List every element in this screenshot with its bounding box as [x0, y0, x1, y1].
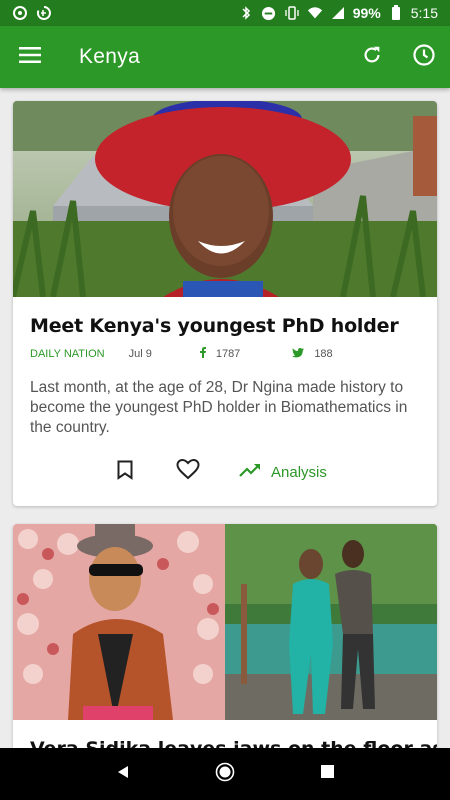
- article-date: Jul 9: [128, 348, 152, 360]
- status-time: 5:15: [410, 5, 438, 21]
- wifi-icon: [307, 5, 323, 21]
- status-bar: 99% 5:15: [0, 0, 450, 26]
- menu-icon: [19, 46, 41, 69]
- article-actions: Analysis: [13, 457, 437, 487]
- twitter-shares: 188: [292, 347, 333, 361]
- history-icon: [412, 43, 436, 72]
- data-saver-icon: [36, 5, 52, 21]
- facebook-shares: 1787: [199, 347, 241, 361]
- do-not-disturb-icon: [261, 5, 277, 21]
- sync-icon: [12, 5, 28, 21]
- heart-icon: [176, 458, 200, 485]
- bluetooth-icon: [238, 5, 254, 21]
- analysis-button[interactable]: Analysis: [239, 457, 327, 487]
- like-button[interactable]: [176, 457, 200, 487]
- home-icon: [215, 762, 235, 787]
- recents-icon: [320, 765, 334, 783]
- back-button[interactable]: [103, 754, 143, 794]
- trending-up-icon: [239, 463, 261, 481]
- app-title: Kenya: [79, 45, 141, 68]
- article-card[interactable]: Vera Sidika leaves jaws on the floor as …: [13, 524, 437, 748]
- analysis-label: Analysis: [271, 463, 327, 481]
- twitter-icon: [292, 347, 305, 361]
- back-icon: [116, 765, 130, 784]
- news-feed[interactable]: Meet Kenya's youngest PhD holder DAILY N…: [0, 88, 450, 748]
- vibrate-icon: [284, 5, 300, 21]
- recents-button[interactable]: [307, 754, 347, 794]
- article-title[interactable]: Vera Sidika leaves jaws on the floor as …: [30, 738, 437, 748]
- navigation-bar: [0, 748, 450, 800]
- facebook-icon: [199, 347, 206, 361]
- facebook-count: 1787: [215, 348, 241, 360]
- bookmark-icon: [117, 460, 133, 485]
- article-title[interactable]: Meet Kenya's youngest PhD holder: [30, 315, 399, 337]
- status-right-icons: 99% 5:15: [238, 5, 438, 21]
- article-image[interactable]: [13, 524, 437, 720]
- history-button[interactable]: [398, 26, 450, 88]
- status-left-icons: [12, 5, 52, 21]
- article-source[interactable]: DAILY NATION: [30, 348, 105, 360]
- signal-icon: [330, 5, 346, 21]
- article-excerpt[interactable]: Last month, at the age of 28, Dr Ngina m…: [30, 378, 422, 438]
- home-button[interactable]: [205, 754, 245, 794]
- app-actions: [346, 26, 450, 88]
- menu-button[interactable]: [0, 26, 60, 88]
- battery-icon: [388, 5, 404, 21]
- bookmark-button[interactable]: [117, 457, 133, 487]
- twitter-count: 188: [314, 348, 333, 360]
- article-image[interactable]: [13, 101, 437, 297]
- battery-percent: 99%: [352, 5, 381, 21]
- app-bar: Kenya: [0, 26, 450, 88]
- refresh-icon: [361, 44, 383, 71]
- article-card[interactable]: Meet Kenya's youngest PhD holder DAILY N…: [13, 101, 437, 506]
- article-meta: DAILY NATION Jul 9 1787 188: [30, 347, 333, 361]
- refresh-button[interactable]: [346, 26, 398, 88]
